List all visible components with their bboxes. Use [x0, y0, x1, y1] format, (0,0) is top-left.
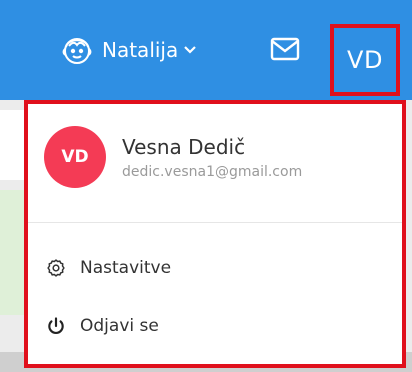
avatar-initials: VD	[61, 147, 89, 167]
profile-name: Natalija	[102, 38, 179, 62]
menu-item-logout[interactable]: Odjavi se	[46, 316, 159, 336]
user-info: Vesna Dedič dedic.vesna1@gmail.com	[122, 134, 302, 180]
avatar: VD	[44, 126, 106, 188]
user-avatar-button[interactable]: VD	[330, 24, 400, 96]
gear-icon	[47, 259, 65, 277]
mail-icon[interactable]	[270, 36, 300, 62]
user-email: dedic.vesna1@gmail.com	[122, 164, 303, 180]
menu-item-label: Odjavi se	[80, 316, 159, 336]
user-dropdown-menu: VD Vesna Dedič dedic.vesna1@gmail.com Na…	[24, 100, 406, 368]
menu-item-label: Nastavitve	[80, 258, 172, 278]
menu-divider	[28, 222, 402, 223]
menu-item-settings[interactable]: Nastavitve	[46, 258, 171, 278]
chevron-down-icon	[184, 46, 197, 54]
profile-switcher[interactable]: Natalija	[60, 34, 197, 66]
child-face-icon	[62, 38, 92, 64]
user-avatar-initials: VD	[347, 46, 383, 74]
user-summary: VD Vesna Dedič dedic.vesna1@gmail.com	[44, 126, 302, 188]
user-name: Vesna Dedič	[122, 135, 246, 159]
power-icon	[48, 317, 64, 334]
